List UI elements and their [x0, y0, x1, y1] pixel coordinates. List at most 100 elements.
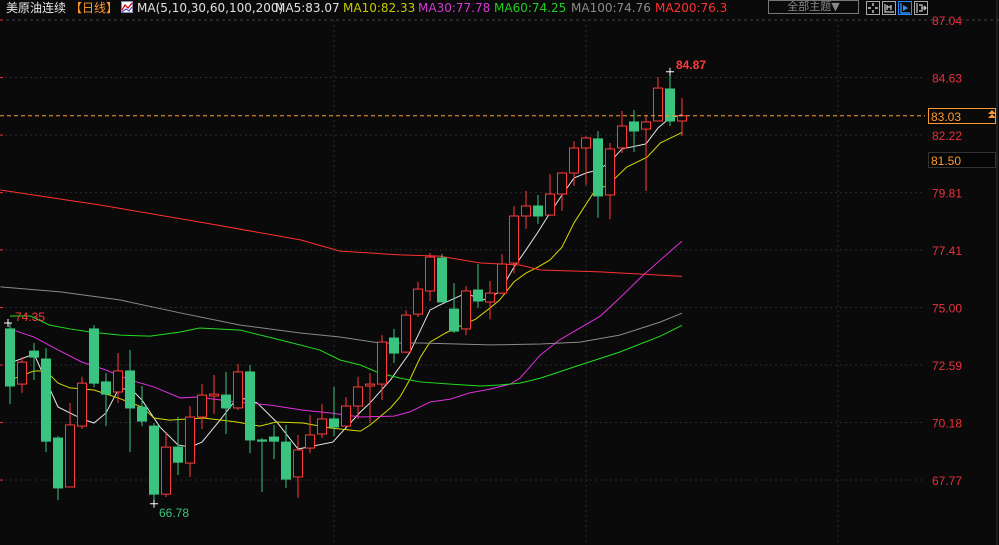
candle-down	[533, 195, 543, 224]
y-tick-label: 70.18	[932, 417, 962, 431]
candle-body	[101, 381, 111, 395]
scroll-up-arrow-icon[interactable]	[987, 104, 997, 123]
extreme-marker	[4, 318, 12, 327]
kline-chart-window: 87.04 84.63 82.22 79.81 77.41 75.00 72.59 70.18…	[0, 0, 999, 545]
candle-down	[173, 417, 183, 476]
candle-body	[533, 205, 543, 217]
candle-body	[293, 449, 303, 478]
candle-down	[437, 253, 447, 303]
crosshair-icon[interactable]	[866, 1, 880, 15]
y-tick-label: 87.04	[932, 14, 962, 28]
candle-body	[281, 441, 291, 480]
candle-body	[581, 137, 591, 149]
candle-body	[305, 434, 315, 449]
ma-line-ma200	[0, 189, 683, 277]
theme-dropdown[interactable]: 全部主题▼	[768, 0, 859, 14]
ma200-value: MA200:76.3	[655, 1, 728, 15]
candle-up	[485, 280, 495, 320]
candle-body	[485, 292, 495, 303]
candle-down	[257, 438, 267, 492]
period-label[interactable]: 【日线】	[70, 0, 118, 16]
candle-up	[233, 364, 243, 411]
candle-up	[209, 375, 219, 414]
y-tick-label: 82.22	[932, 129, 962, 143]
high-marker	[666, 67, 674, 76]
candle-down	[665, 71, 675, 127]
candle-up	[65, 402, 75, 488]
ma5-value: MA5:83.07	[275, 1, 340, 15]
candle-body	[173, 446, 183, 463]
extreme-marker	[666, 67, 674, 76]
candle-up	[413, 281, 423, 317]
candle-down	[449, 283, 459, 333]
candle-body	[377, 341, 387, 385]
candle-down	[389, 328, 399, 364]
candle-body	[113, 370, 123, 393]
candle-body	[509, 215, 519, 264]
candle-body	[461, 290, 471, 330]
candle-body	[341, 405, 351, 427]
moving-averages	[0, 114, 683, 450]
candle-up	[365, 373, 375, 424]
candle-up	[341, 396, 351, 428]
candle-body	[29, 350, 39, 358]
candle-body	[65, 424, 75, 488]
candle-up	[521, 190, 531, 229]
y-tick-label: 72.59	[932, 359, 962, 373]
candle-down	[269, 424, 279, 460]
candle-up	[17, 357, 27, 393]
candle-up	[377, 335, 387, 401]
candle-body	[233, 371, 243, 409]
high-price-label: 84.87	[676, 58, 706, 72]
candle-up	[461, 285, 471, 336]
candle-body	[149, 425, 159, 495]
candle-body	[125, 370, 135, 409]
candle-up	[497, 253, 507, 295]
candle-up	[677, 98, 687, 137]
candle-up	[653, 77, 663, 122]
candlestick-chart[interactable]: 87.04 84.63 82.22 79.81 77.41 75.00 72.59 70.18…	[0, 0, 999, 545]
candle-body	[53, 437, 63, 489]
ma-line-ma100	[0, 286, 683, 346]
y-tick-label: 77.41	[932, 244, 962, 258]
ma30-value: MA30:77.78	[418, 1, 491, 15]
ma100-value: MA100:74.76	[571, 1, 651, 15]
candle-down	[5, 322, 15, 405]
candle-down	[245, 364, 255, 454]
candle-up	[641, 115, 651, 191]
candle-body	[245, 371, 255, 441]
candle-up	[605, 142, 615, 220]
cursor-price-tag: 81.50	[928, 152, 996, 168]
candle-down	[221, 371, 231, 434]
candle-body	[641, 121, 651, 130]
candle-body	[617, 125, 627, 149]
candle-body	[413, 288, 423, 315]
candle-up	[425, 253, 435, 302]
play-icon[interactable]	[898, 1, 912, 15]
candle-body	[437, 257, 447, 303]
candle-down	[473, 263, 483, 308]
candle-body	[137, 406, 147, 422]
low-price-label: 66.78	[159, 506, 189, 520]
candle-body	[521, 205, 531, 217]
range-icon[interactable]	[882, 1, 896, 15]
ma60-value: MA60:74.25	[494, 1, 567, 15]
candle-up	[401, 310, 411, 354]
candle-body	[41, 358, 51, 442]
candle-up	[557, 172, 567, 211]
candle-body	[5, 328, 15, 387]
y-tick-label: 84.63	[932, 72, 962, 86]
candle-up	[617, 110, 627, 153]
ma10-value: MA10:82.33	[343, 1, 416, 15]
candle-up	[317, 404, 327, 439]
candle-up	[185, 406, 195, 477]
candle-body	[317, 418, 327, 435]
annotations: 84.87 66.78 74.35	[0, 58, 925, 520]
candle-body	[593, 138, 603, 197]
candle-body	[497, 263, 507, 294]
move-right-icon[interactable]	[914, 1, 928, 15]
candle-body	[425, 256, 435, 292]
candle-down	[593, 131, 603, 218]
ma-indicator-icon[interactable]	[121, 1, 133, 17]
candle-body	[185, 416, 195, 464]
